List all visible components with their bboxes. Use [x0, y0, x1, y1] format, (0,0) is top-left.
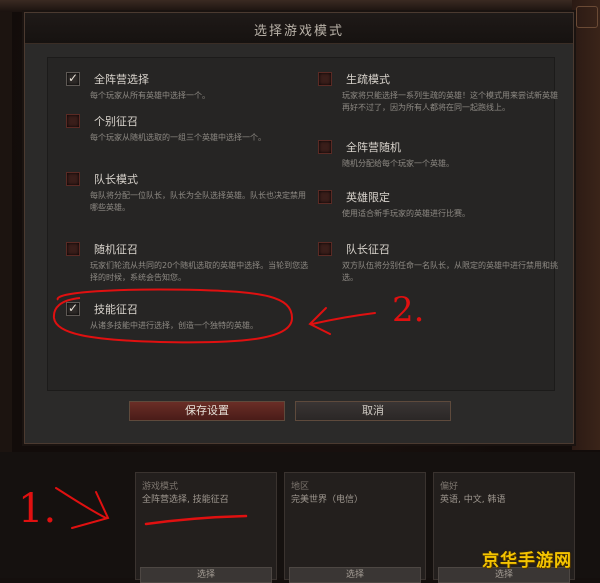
lobby-card-region: 地区 完美世界（电信） 选择: [284, 472, 426, 583]
checkbox-all-pick[interactable]: ✓: [66, 72, 80, 86]
mode-name: 队长征召: [346, 243, 390, 256]
checkbox-ability-draft[interactable]: ✓: [66, 302, 80, 316]
select-game-mode-button[interactable]: 选择: [140, 567, 272, 583]
mode-name: 英雄限定: [346, 191, 390, 204]
mode-desc: 双方队伍将分别任命一名队长，从限定的英雄中进行禁用和挑选。: [342, 261, 558, 282]
right-side-panel: [572, 0, 600, 450]
annotation-label-two: 2.: [392, 290, 425, 330]
game-mode-dialog: 选择游戏模式 ✓ 全阵营选择 每个玩家从所有英雄中选择一个。 个别征召 每个玩家…: [24, 12, 574, 444]
lobby-value: 完美世界（电信）: [291, 495, 364, 505]
mode-desc: 随机分配给每个玩家一个英雄。: [342, 159, 454, 168]
annotation-label-one: 1.: [18, 486, 57, 532]
dialog-title: 选择游戏模式: [253, 24, 344, 39]
mode-name: 全阵营随机: [346, 141, 401, 154]
mode-name: 队长模式: [94, 173, 138, 186]
checkbox-captains-mode[interactable]: [66, 172, 80, 186]
mode-desc: 每个玩家从所有英雄中选择一个。: [90, 91, 210, 100]
checkbox-captains-draft[interactable]: [318, 242, 332, 256]
mode-name: 个别征召: [94, 115, 138, 128]
checkbox-least-played[interactable]: [318, 72, 332, 86]
mode-list-panel: ✓ 全阵营选择 每个玩家从所有英雄中选择一个。 个别征召 每个玩家从随机选取的一…: [47, 57, 558, 391]
save-settings-button[interactable]: 保存设置: [129, 401, 285, 421]
lobby-value: 全阵营选择, 技能征召: [142, 495, 229, 505]
watermark: 京华手游网: [482, 551, 572, 571]
top-border: [0, 0, 600, 12]
checkbox-limited-heroes[interactable]: [318, 190, 332, 204]
select-region-button[interactable]: 选择: [289, 567, 421, 583]
mode-desc: 每队将分配一位队长，队长为全队选择英雄。队长也决定禁用哪些英雄。: [90, 191, 306, 212]
lobby-value: 英语, 中文, 韩语: [440, 495, 506, 505]
corner-ornament-icon: [576, 6, 598, 28]
checkbox-random-draft[interactable]: [66, 242, 80, 256]
mode-name: 随机征召: [94, 243, 138, 256]
mode-desc: 每个玩家从随机选取的一组三个英雄中选择一个。: [90, 133, 266, 142]
mode-name: 生疏模式: [346, 73, 390, 86]
mode-desc: 玩家将只能选择一系列生疏的英雄！这个模式用来尝试新英雄再好不过了，因为所有人都将…: [342, 91, 558, 112]
mode-desc: 使用适合新手玩家的英雄进行比赛。: [342, 209, 470, 218]
checkbox-all-random[interactable]: [318, 140, 332, 154]
mode-name: 全阵营选择: [94, 73, 149, 86]
mode-name: 技能征召: [94, 303, 138, 316]
lobby-label: 地区: [291, 482, 310, 492]
cancel-button[interactable]: 取消: [295, 401, 451, 421]
lobby-card-game-mode: 游戏模式 全阵营选择, 技能征召 选择: [135, 472, 277, 583]
mode-desc: 玩家们轮流从共同的20个随机选取的英雄中选择。当轮到您选择的时候，系统会告知您。: [90, 261, 309, 282]
checkbox-single-draft[interactable]: [66, 114, 80, 128]
left-edge: [0, 12, 12, 452]
lobby-label: 偏好: [440, 482, 459, 492]
lobby-label: 游戏模式: [142, 482, 179, 492]
mode-desc: 从诸多技能中进行选择，创造一个独特的英雄。: [90, 321, 258, 330]
dialog-title-bar: 选择游戏模式: [25, 13, 573, 44]
